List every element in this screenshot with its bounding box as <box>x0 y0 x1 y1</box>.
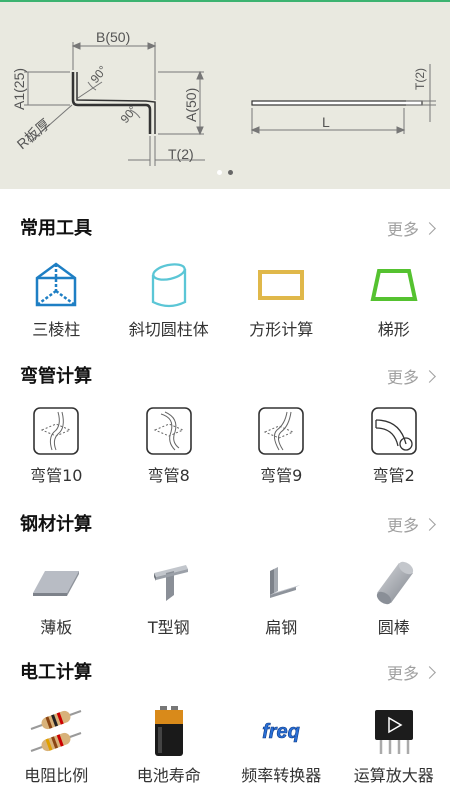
section-title: 钢材计算 <box>20 514 92 535</box>
tool-triangular-prism[interactable]: 三棱柱 <box>0 258 113 340</box>
tool-label: 薄板 <box>40 618 73 637</box>
section-steel: 钢材计算 更多 薄板 T型钢 扁钢 圆棒 <box>0 500 450 637</box>
label-r: R板厚 <box>14 116 53 153</box>
chevron-right-icon <box>423 221 436 235</box>
pipe-bend-2[interactable]: 弯管2 <box>338 404 450 486</box>
angle-steel-icon <box>254 556 308 610</box>
more-label: 更多 <box>386 220 419 239</box>
chevron-right-icon <box>423 517 436 531</box>
more-label: 更多 <box>386 664 419 683</box>
elec-resistor-ratio[interactable]: 电阻比例 <box>0 704 113 786</box>
more-button[interactable]: 更多 <box>386 364 436 388</box>
thin-plate-icon <box>29 556 83 610</box>
tool-label: 圆棒 <box>377 618 410 637</box>
label-a1: A1(25) <box>11 68 27 110</box>
section-pipe-bending: 弯管计算 更多 弯管10 弯管8 弯管9 弯管2 <box>0 352 450 485</box>
more-label: 更多 <box>386 516 419 535</box>
elec-op-amp[interactable]: 运算放大器 <box>338 704 450 786</box>
section-electrical: 电工计算 更多 电阻比例 电池寿命 freq 频率转换器 运算放大器 <box>0 648 450 785</box>
tool-label: 电池寿命 <box>136 766 201 785</box>
section-title: 电工计算 <box>20 662 92 683</box>
tool-square[interactable]: 方形计算 <box>225 258 338 340</box>
tool-oblique-cylinder[interactable]: 斜切圆柱体 <box>113 258 226 340</box>
round-bar-icon <box>367 556 421 610</box>
freq-icon: freq <box>254 704 308 758</box>
more-button[interactable]: 更多 <box>386 216 436 240</box>
banner-carousel[interactable]: B(50) A1(25) A(50) R板厚 T(2) T(2) L 90° 9… <box>0 2 450 189</box>
carousel-dot-active[interactable] <box>228 170 233 175</box>
tool-label: 梯形 <box>377 320 410 339</box>
bent-pipe-icon <box>29 404 83 458</box>
tool-label: 弯管10 <box>30 466 83 485</box>
carousel-dot[interactable] <box>217 170 222 175</box>
oblique-cylinder-icon <box>142 258 196 312</box>
chevron-right-icon <box>423 665 436 679</box>
tool-label: 斜切圆柱体 <box>128 320 209 339</box>
tool-label: 运算放大器 <box>353 766 434 785</box>
triangular-prism-icon <box>29 258 83 312</box>
tool-label: 弯管8 <box>147 466 190 485</box>
tool-label: 弯管9 <box>260 466 303 485</box>
pipe-bend-8[interactable]: 弯管8 <box>113 404 226 486</box>
chevron-right-icon <box>423 369 436 383</box>
carousel-indicator <box>0 170 450 175</box>
label-a: A(50) <box>183 88 199 122</box>
tool-label: 弯管2 <box>372 466 415 485</box>
bent-pipe-icon <box>142 404 196 458</box>
section-title: 弯管计算 <box>20 366 92 387</box>
label-t-left: T(2) <box>168 146 194 162</box>
resistor-icon <box>29 704 83 758</box>
label-l: L <box>322 114 330 130</box>
elec-frequency-converter[interactable]: freq 频率转换器 <box>225 704 338 786</box>
tool-label: T型钢 <box>147 618 190 637</box>
tool-label: 电阻比例 <box>24 766 89 785</box>
section-title: 常用工具 <box>20 218 92 239</box>
more-label: 更多 <box>386 368 419 387</box>
label-angle-1: 90° <box>88 63 111 86</box>
bend-diagram: B(50) A1(25) A(50) R板厚 T(2) T(2) L 90° 9… <box>11 29 436 166</box>
tool-trapezoid[interactable]: 梯形 <box>338 258 450 340</box>
square-icon <box>254 258 308 312</box>
steel-thin-plate[interactable]: 薄板 <box>0 556 113 638</box>
tool-label: 方形计算 <box>249 320 314 339</box>
pipe-bend-10[interactable]: 弯管10 <box>0 404 113 486</box>
more-button[interactable]: 更多 <box>386 660 436 684</box>
tool-label: 扁钢 <box>265 618 298 637</box>
tool-label: 频率转换器 <box>241 766 322 785</box>
steel-t-beam[interactable]: T型钢 <box>113 556 226 638</box>
t-steel-icon <box>142 556 196 610</box>
steel-flat[interactable]: 扁钢 <box>225 556 338 638</box>
label-t-right: T(2) <box>413 68 427 90</box>
elec-battery-life[interactable]: 电池寿命 <box>113 704 226 786</box>
op-amp-chip-icon <box>367 704 421 758</box>
pipe-bend-9[interactable]: 弯管9 <box>225 404 338 486</box>
label-angle-2: 90° <box>118 103 141 126</box>
steel-round-bar[interactable]: 圆棒 <box>338 556 450 638</box>
freq-icon-text: freq <box>262 721 300 743</box>
tool-label: 三棱柱 <box>32 320 81 339</box>
battery-icon <box>142 704 196 758</box>
trapezoid-icon <box>367 258 421 312</box>
label-b: B(50) <box>96 29 130 45</box>
bent-pipe-icon <box>254 404 308 458</box>
elbow-pipe-icon <box>367 404 421 458</box>
section-common-tools: 常用工具 更多 三棱柱 斜切圆柱体 方形计算 梯形 <box>0 204 450 339</box>
more-button[interactable]: 更多 <box>386 512 436 536</box>
